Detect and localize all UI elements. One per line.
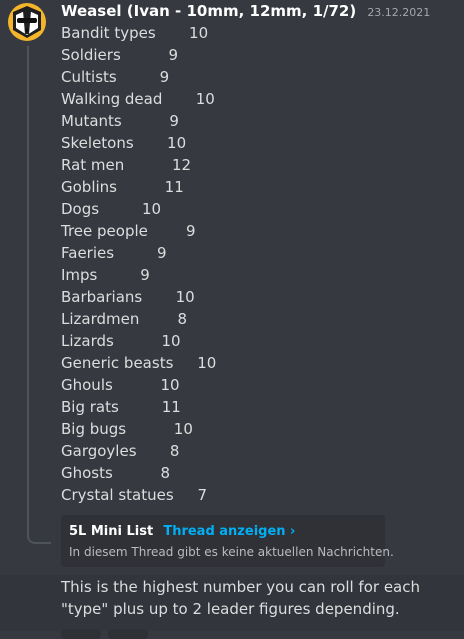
list-item: Lizards 10: [61, 332, 181, 350]
list-item: Soldiers 9: [61, 46, 178, 64]
list-item: Generic beasts 10: [61, 354, 217, 372]
list-item: Lizardmen 8: [61, 310, 188, 328]
list-item: Cultists 9: [61, 68, 170, 86]
list-item: Imps 9: [61, 266, 150, 284]
list-item: Goblins 11: [61, 178, 184, 196]
thread-status-text: In diesem Thread gibt es keine aktuellen…: [69, 545, 394, 559]
list-item: Big rats 11: [61, 398, 181, 416]
list-item: Skeletons 10: [61, 134, 187, 152]
list-item: Dogs 10: [61, 200, 162, 218]
timestamp: 23.12.2021: [367, 6, 431, 19]
badger-icon: [13, 6, 41, 38]
list-item: Walking dead 10: [61, 90, 215, 108]
list-item: Ghouls 10: [61, 376, 180, 394]
thread-preview[interactable]: 5L Mini List Thread anzeigen › In diesem…: [61, 515, 394, 567]
list-item: Mutants 9: [61, 112, 179, 130]
message-header: Weasel (Ivan - 10mm, 12mm, 1/72) 23.12.2…: [61, 1, 430, 20]
user-avatar[interactable]: [8, 3, 46, 41]
view-thread-link[interactable]: Thread anzeigen ›: [163, 524, 295, 539]
list-item: Crystal statues 7: [61, 486, 208, 504]
list-item: Ghosts 8: [61, 464, 171, 482]
message-body: Bandit types 10 Soldiers 9 Cultists 9 Wa…: [61, 22, 216, 506]
list-item: Barbarians 10: [61, 288, 195, 306]
thread-name[interactable]: 5L Mini List: [69, 524, 153, 539]
thread-title-row: 5L Mini List Thread anzeigen ›: [69, 524, 295, 539]
list-item: Tree people 9: [61, 222, 196, 240]
list-item: Faeries 9: [61, 244, 167, 262]
username[interactable]: Weasel (Ivan - 10mm, 12mm, 1/72): [61, 2, 356, 20]
chat-message: Weasel (Ivan - 10mm, 12mm, 1/72) 23.12.2…: [0, 0, 464, 575]
thread-connector-line: [27, 46, 51, 544]
list-item: Big bugs 10: [61, 420, 193, 438]
message-text: This is the highest number you can roll …: [61, 578, 420, 618]
list-item: Rat men 12: [61, 156, 192, 174]
list-item: Gargoyles 8: [61, 442, 180, 460]
list-item: Bandit types 10: [61, 24, 209, 42]
chat-message-followup: This is the highest number you can roll …: [0, 575, 464, 639]
